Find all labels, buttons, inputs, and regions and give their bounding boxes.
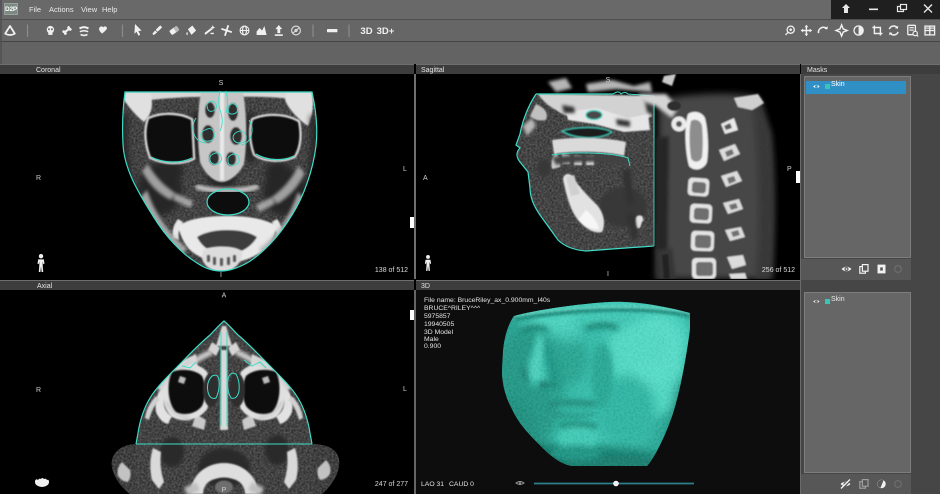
svg-text:LAO 31: LAO 31 (421, 481, 444, 488)
svg-text:CAUD 0: CAUD 0 (449, 481, 474, 488)
svg-text:A: A (222, 293, 227, 300)
svg-text:S: S (606, 77, 611, 84)
svg-text:S: S (219, 80, 224, 87)
svg-text:3D: 3D (360, 26, 372, 37)
svg-text:256 of 512: 256 of 512 (762, 267, 795, 274)
svg-text:247 of 277: 247 of 277 (375, 481, 408, 488)
svg-text:Male: Male (424, 336, 439, 343)
svg-text:P: P (787, 166, 792, 173)
svg-text:5975857: 5975857 (424, 313, 451, 320)
svg-text:I: I (220, 272, 222, 279)
svg-text:BRUCE^RILEY^^^: BRUCE^RILEY^^^ (424, 305, 481, 312)
svg-text:P: P (222, 487, 227, 494)
svg-text:I: I (607, 271, 609, 278)
svg-text:A: A (423, 175, 428, 182)
svg-text:L: L (403, 386, 407, 393)
svg-text:138 of 512: 138 of 512 (375, 267, 408, 274)
svg-text:R: R (36, 387, 41, 394)
svg-text:File name: BruceRiley_ax_0.900: File name: BruceRiley_ax_0.900mm_I40s (424, 297, 551, 304)
svg-text:3D+: 3D+ (377, 26, 395, 37)
svg-text:3D Model: 3D Model (424, 329, 454, 336)
svg-text:0.900: 0.900 (424, 343, 441, 350)
svg-text:R: R (36, 175, 41, 182)
svg-text:L: L (403, 166, 407, 173)
svg-text:19940505: 19940505 (424, 321, 454, 328)
